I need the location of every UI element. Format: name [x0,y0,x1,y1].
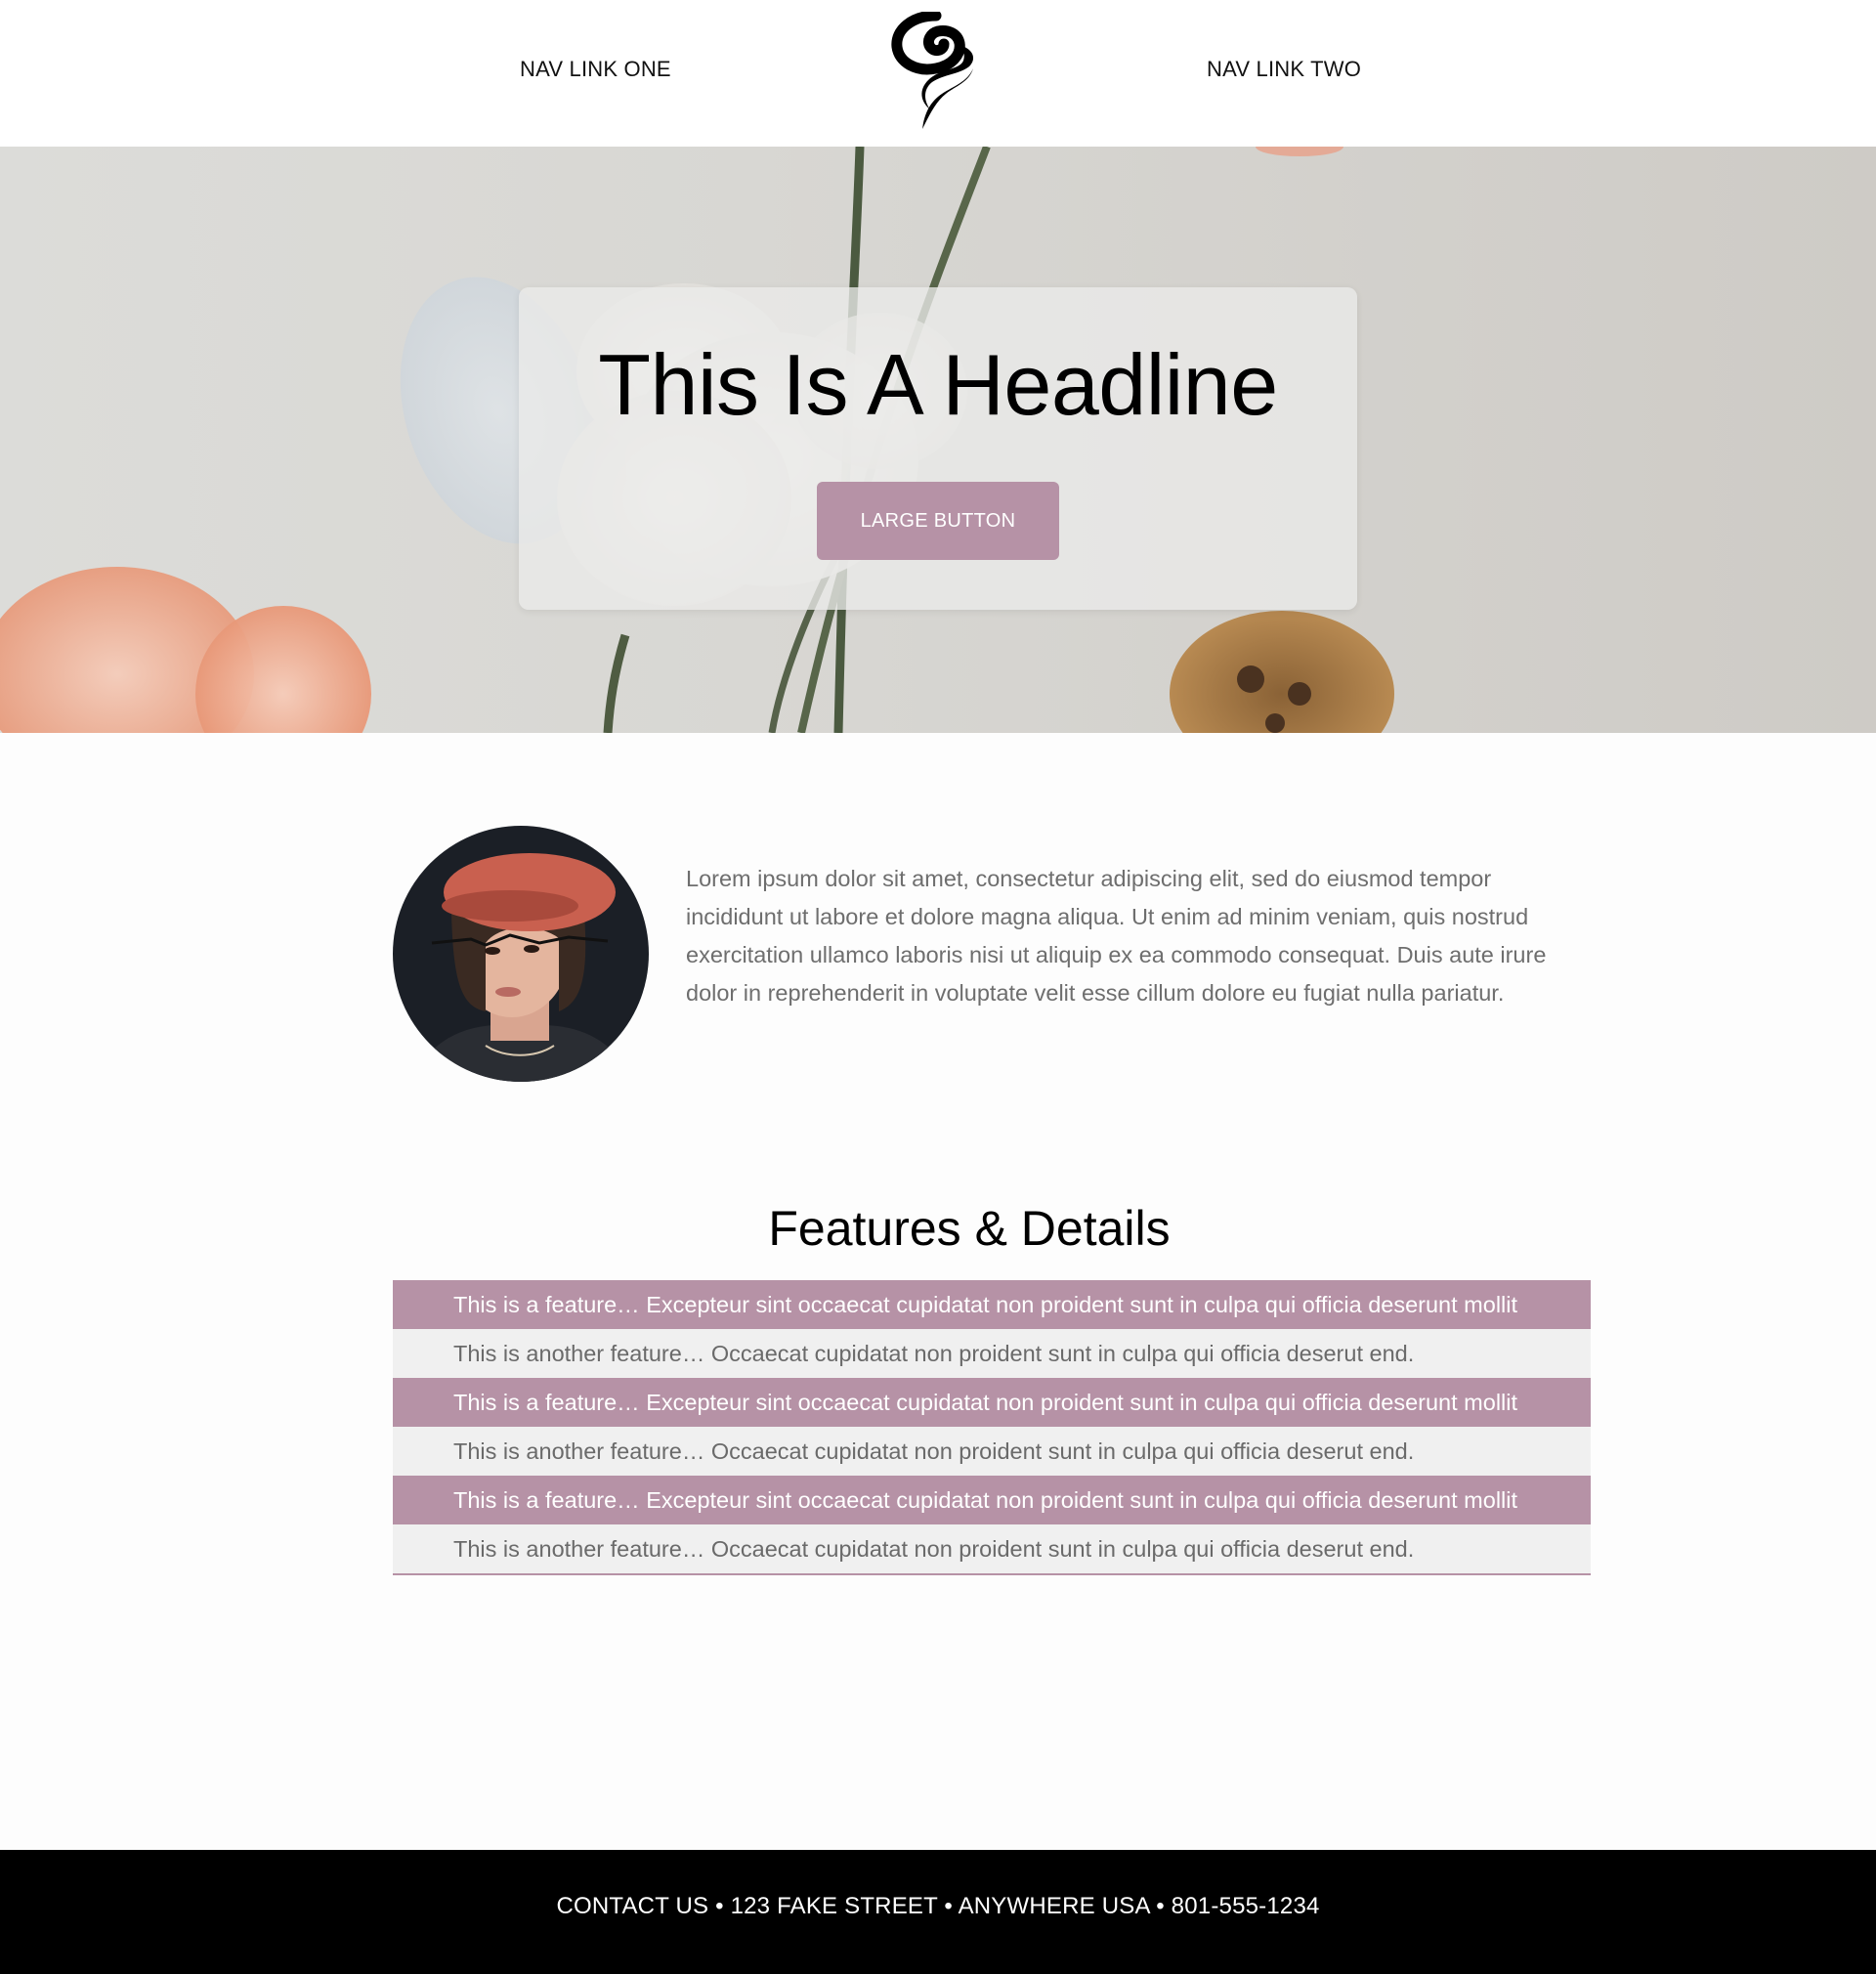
features-list: This is a feature… Excepteur sint occaec… [393,1280,1591,1575]
nav-link-one[interactable]: NAV LINK ONE [520,57,671,82]
hero-section: This Is A Headline LARGE BUTTON [0,147,1876,733]
about-paragraph: Lorem ipsum dolor sit amet, consectetur … [686,866,1547,1006]
hero-card: This Is A Headline LARGE BUTTON [519,287,1357,610]
large-button[interactable]: LARGE BUTTON [817,482,1059,560]
nav-link-two[interactable]: NAV LINK TWO [1207,57,1361,82]
hero-headline: This Is A Headline [598,336,1278,433]
feature-row: This is a feature… Excepteur sint occaec… [393,1378,1591,1427]
portrait-photo [393,826,649,1082]
feature-row: This is a feature… Excepteur sint occaec… [393,1476,1591,1524]
site-header: NAV LINK ONE NAV LINK TWO [0,0,1876,147]
feature-row: This is another feature… Occaecat cupida… [393,1329,1591,1378]
site-footer: CONTACT US • 123 FAKE STREET • ANYWHERE … [0,1850,1876,1974]
avatar [393,826,649,1082]
feature-row: This is another feature… Occaecat cupida… [393,1524,1591,1573]
features-heading: Features & Details [768,1201,1171,1256]
feature-row: This is a feature… Excepteur sint occaec… [393,1280,1591,1329]
footer-contact-text: CONTACT US • 123 FAKE STREET • ANYWHERE … [556,1893,1320,1919]
swirl-logo-icon[interactable] [891,12,981,131]
feature-row: This is another feature… Occaecat cupida… [393,1427,1591,1476]
